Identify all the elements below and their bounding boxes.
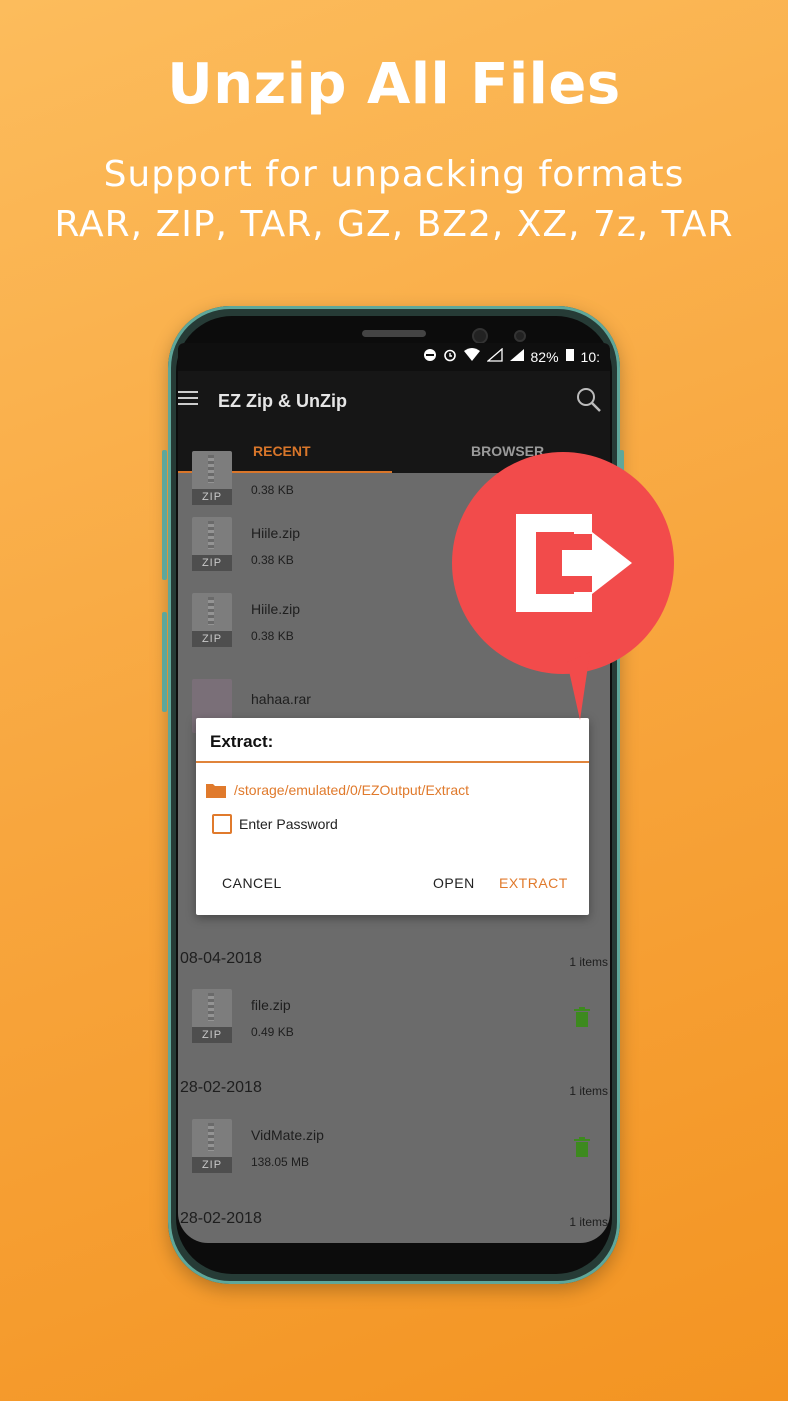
dialog-title: Extract:: [210, 732, 274, 751]
zip-file-icon: ZIP: [192, 451, 232, 505]
list-item[interactable]: ZIP VidMate.zip 138.05 MB: [178, 1119, 610, 1189]
file-size: 0.38 KB: [251, 483, 294, 497]
extract-path[interactable]: /storage/emulated/0/EZOutput/Extract: [234, 782, 469, 798]
hamburger-icon[interactable]: [178, 391, 198, 407]
items-count: 1 items: [569, 955, 608, 969]
zip-file-icon: ZIP: [192, 593, 232, 647]
phone-side-button: [162, 450, 167, 580]
battery-icon: [565, 348, 575, 365]
trash-icon[interactable]: [574, 1007, 590, 1027]
list-item[interactable]: ZIP file.zip 0.49 KB: [178, 989, 610, 1059]
status-bar: 82% 10:: [178, 343, 610, 371]
front-camera: [472, 328, 488, 344]
clock: 10:: [580, 348, 600, 365]
open-button[interactable]: OPEN: [433, 875, 475, 891]
phone-speaker: [362, 330, 426, 337]
folder-icon: [206, 782, 226, 798]
file-name: hahaa.rar: [251, 691, 311, 707]
items-count: 1 items: [569, 1215, 608, 1229]
sensor: [514, 330, 526, 342]
file-name: file.zip: [251, 997, 291, 1013]
phone-side-button: [162, 612, 167, 712]
search-icon[interactable]: [576, 387, 602, 413]
file-size: 0.38 KB: [251, 553, 294, 567]
file-name: VidMate.zip: [251, 1127, 324, 1143]
wifi-icon: [463, 348, 481, 365]
extract-button[interactable]: EXTRACT: [499, 875, 568, 891]
file-size: 0.49 KB: [251, 1025, 294, 1039]
app-bar: EZ Zip & UnZip: [178, 371, 610, 433]
promo-formats: RAR, ZIP, TAR, GZ, BZ2, XZ, 7z, TAR: [54, 204, 734, 245]
dialog-divider: [196, 761, 589, 763]
cancel-button[interactable]: CANCEL: [222, 875, 282, 891]
password-label: Enter Password: [239, 816, 338, 832]
items-count: 1 items: [569, 1084, 608, 1098]
file-name: Hiile.zip: [251, 525, 301, 541]
promo-subline: Support for unpacking formats: [103, 154, 685, 195]
signal-icon: [485, 347, 503, 365]
battery-percent: 82%: [530, 348, 559, 365]
file-size: 0.38 KB: [251, 629, 294, 643]
app-title: EZ Zip & UnZip: [218, 391, 347, 411]
promo-headline: Unzip All Files: [167, 52, 621, 117]
dnd-icon: [423, 348, 437, 365]
date-header: 08-04-2018: [180, 950, 262, 967]
date-header: 28-02-2018: [180, 1079, 262, 1096]
date-header: 28-02-2018: [180, 1210, 262, 1227]
password-checkbox[interactable]: [212, 814, 232, 834]
alarm-icon: [443, 348, 457, 365]
zip-file-icon: ZIP: [192, 1119, 232, 1173]
zip-file-icon: ZIP: [192, 989, 232, 1043]
signal-full-icon: [509, 348, 525, 365]
file-size: 138.05 MB: [251, 1155, 310, 1169]
file-name: Hiile.zip: [251, 601, 301, 617]
trash-icon[interactable]: [574, 1137, 590, 1157]
zip-file-icon: ZIP: [192, 517, 232, 571]
extract-callout-badge: [452, 452, 674, 722]
extract-dialog: Extract: /storage/emulated/0/EZOutput/Ex…: [196, 718, 589, 915]
